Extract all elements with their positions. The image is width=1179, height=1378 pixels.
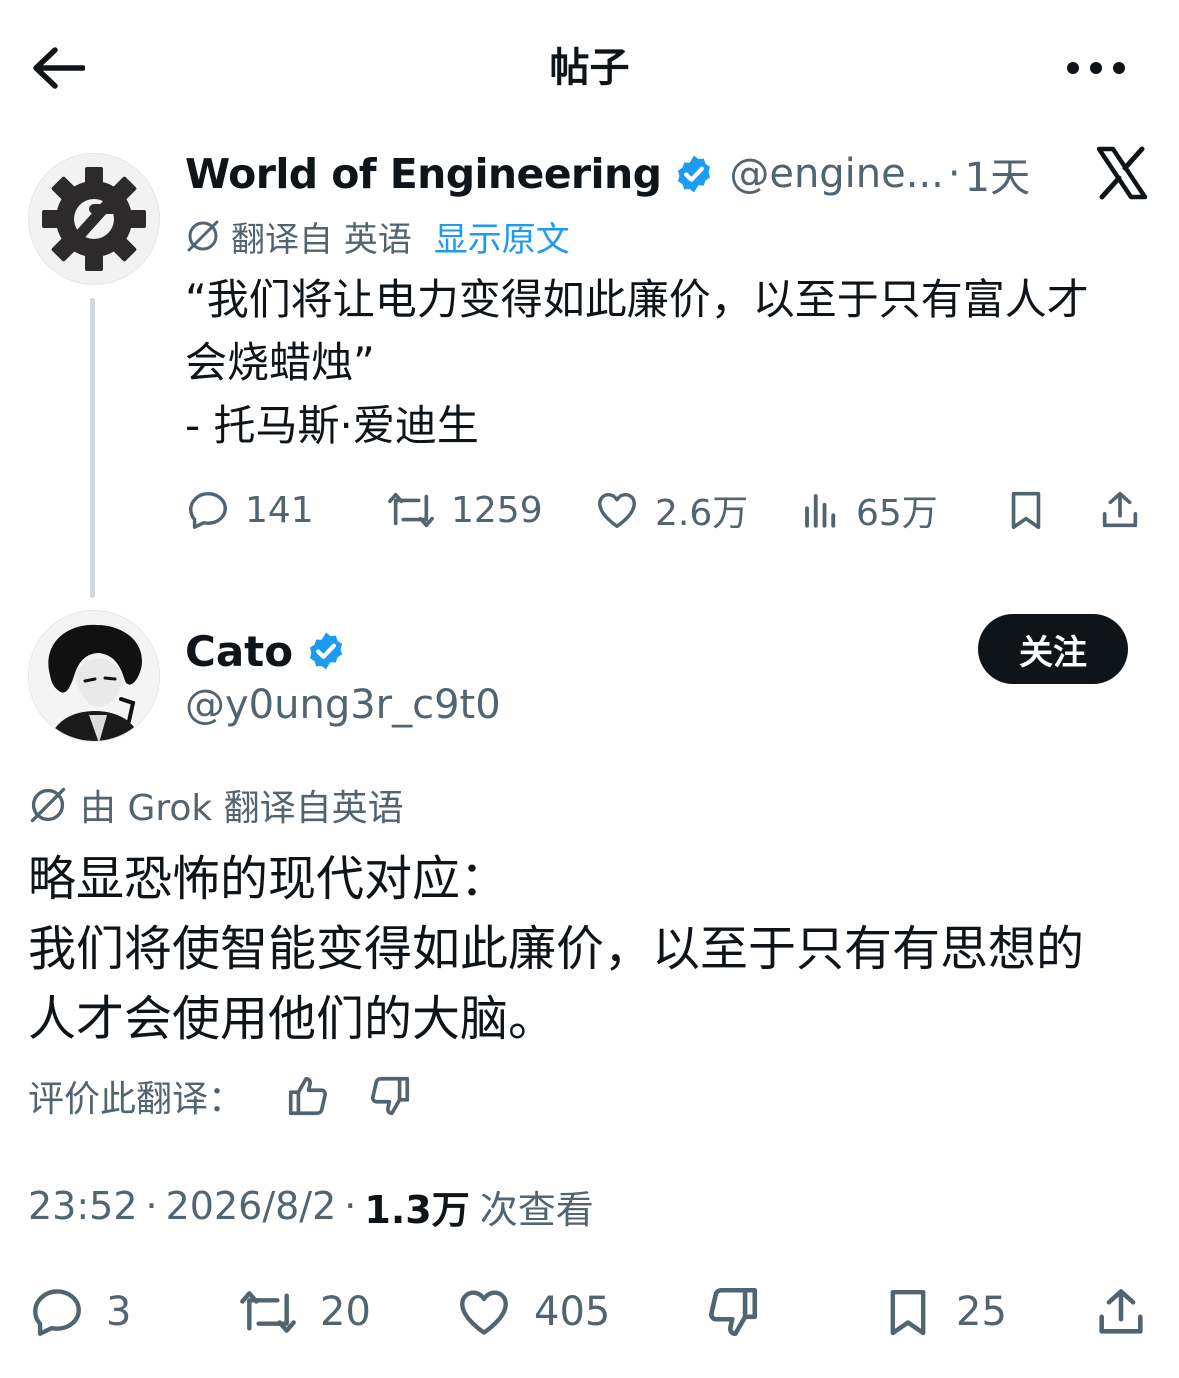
separator-dot: ·: [344, 1184, 357, 1228]
share-button[interactable]: [1092, 1280, 1150, 1344]
share-icon: [1102, 491, 1138, 528]
heart-icon: [460, 1290, 508, 1335]
bookmark-count: 25: [956, 1289, 1007, 1335]
author-avatar[interactable]: [28, 610, 160, 742]
thumbs-down-button[interactable]: [366, 1072, 414, 1120]
translated-from-label: 翻译自 英语: [231, 219, 412, 260]
author-handle[interactable]: @y0ung3r_c9t0: [185, 680, 501, 730]
bookmark-icon: [1011, 491, 1041, 530]
separator-dot: ·: [947, 151, 961, 197]
rate-translation: 评价此翻译：: [28, 1068, 414, 1124]
reply-icon: [189, 491, 227, 529]
post-text: 略显恐怖的现代对应： 我们将使智能变得如此廉价，以至于只有有思想的 人才会使用他…: [28, 851, 1085, 1047]
separator-dot: ·: [145, 1184, 158, 1228]
author-name[interactable]: Cato: [185, 627, 293, 676]
translated-by-label: 由 Grok 翻译自英语: [80, 788, 404, 829]
quoted-author-name[interactable]: World of Engineering: [185, 150, 662, 198]
heart-icon: [598, 492, 636, 529]
gear-logo-icon: [42, 167, 146, 271]
author-name-row: Cato: [185, 622, 347, 680]
thumbs-up-icon: [288, 1076, 327, 1116]
reply-count: 141: [245, 489, 314, 531]
rate-translation-label: 评价此翻译：: [28, 1079, 245, 1120]
repost-icon: [388, 492, 434, 528]
post-time[interactable]: 23:52: [28, 1184, 138, 1228]
like-count: 405: [534, 1289, 611, 1335]
quoted-author-handle[interactable]: @engine...: [729, 151, 944, 197]
downvote-button[interactable]: [704, 1280, 762, 1344]
more-horizontal-icon: [1067, 62, 1125, 74]
more-options-button[interactable]: [1060, 40, 1132, 96]
repost-count: 1259: [451, 489, 543, 531]
share-icon: [1099, 1289, 1143, 1334]
view-count: 1.3万: [364, 1187, 470, 1232]
quoted-post-time[interactable]: 1天: [965, 145, 1030, 203]
thread-connector: [90, 298, 95, 598]
repost-button[interactable]: 1259: [385, 480, 543, 540]
views-button[interactable]: 65万: [800, 480, 938, 540]
thumbs-up-button[interactable]: [284, 1072, 332, 1120]
view-count-label: 次查看: [479, 1187, 594, 1232]
like-button[interactable]: 405: [454, 1280, 610, 1344]
share-button[interactable]: [1097, 480, 1143, 540]
verified-badge-icon: [310, 632, 343, 670]
quoted-post-actions: 141 1259 2.6万 65万: [185, 480, 1150, 540]
views-count: 65万: [856, 493, 938, 534]
reply-button[interactable]: 3: [28, 1280, 131, 1344]
post-date[interactable]: 2026/8/2: [166, 1184, 337, 1228]
quoted-author-avatar[interactable]: [28, 153, 160, 285]
page-title: 帖子: [549, 45, 630, 91]
quoted-post-text: “我们将让电力变得如此廉价，以至于只有富人才 会烧蜡烛” - 托马斯·爱迪生: [185, 275, 1089, 450]
bookmark-button[interactable]: [1003, 480, 1049, 540]
post-actions: 3 20 405 25: [28, 1280, 1153, 1344]
reply-count: 3: [106, 1289, 132, 1335]
translate-icon: [187, 220, 219, 252]
reply-icon: [33, 1289, 81, 1336]
repost-icon: [240, 1291, 296, 1333]
avatar-illustration: [29, 611, 159, 741]
bookmark-button[interactable]: 25: [880, 1280, 1007, 1344]
follow-button[interactable]: 关注: [978, 614, 1128, 684]
like-button[interactable]: 2.6万: [593, 480, 748, 540]
thumbs-down-icon: [371, 1076, 410, 1116]
repost-count: 20: [320, 1289, 371, 1335]
x-logo-icon: [1096, 146, 1148, 200]
post-metadata: 23:52 · 2026/8/2 · 1.3万 次查看: [28, 1178, 594, 1234]
thumbs-down-icon: [709, 1287, 758, 1337]
like-count: 2.6万: [655, 493, 749, 534]
quoted-author-row: World of Engineering @engine... · 1天: [185, 146, 1030, 202]
bar-chart-icon: [805, 494, 836, 528]
bookmark-icon: [890, 1289, 926, 1336]
show-original-link[interactable]: 显示原文: [434, 212, 570, 261]
verified-badge-icon: [678, 155, 711, 193]
repost-button[interactable]: 20: [236, 1280, 371, 1344]
reply-button[interactable]: 141: [185, 480, 314, 540]
grok-translation-info: 由 Grok 翻译自英语: [28, 780, 404, 830]
translation-info: 翻译自 英语 显示原文: [185, 212, 570, 260]
translate-icon: [30, 787, 66, 823]
